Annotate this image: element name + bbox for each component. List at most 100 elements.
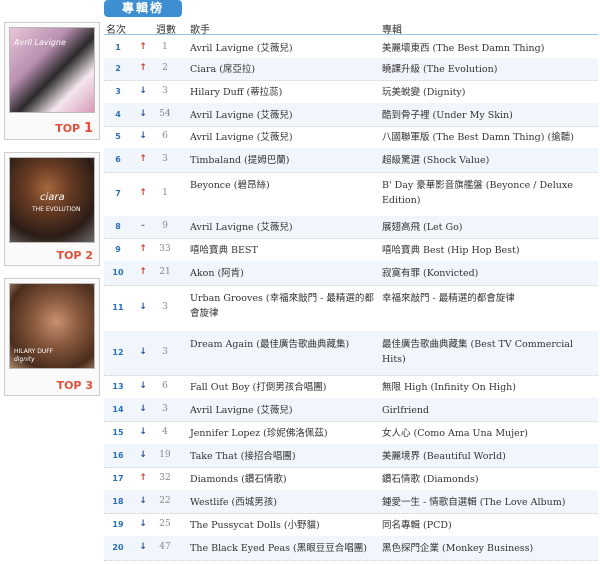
row-artist[interactable]: Diamonds (鑽石情歌) — [190, 472, 375, 487]
row-album[interactable]: B' Day 豪華影音旗艦盤 (Beyonce / Deluxe Edition… — [382, 178, 596, 208]
table-row[interactable]: 9 ↑ 33 嘻哈寶典 BEST 嘻哈寶典 Best (Hip Hop Best) — [104, 238, 598, 262]
table-row[interactable]: 20 ↓ 47 The Black Eyed Peas (黑眼豆豆合唱團) 黑色探門企業… — [104, 536, 598, 561]
row-album[interactable]: 美麗境界 (Beautiful World) — [382, 449, 596, 464]
row-artist[interactable]: Avril Lavigne (艾薇兒) — [190, 41, 375, 56]
row-artist[interactable]: Westlife (西城男孩) — [190, 495, 375, 510]
table-row[interactable]: 3 ↓ 3 Hilary Duff (蒂拉蕊) 玩美蛻變 (Dignity) — [104, 80, 598, 104]
table-header: 名次 週數 歌手 專輯 — [104, 20, 598, 36]
row-artist[interactable]: Take That (接招合唱團) — [190, 449, 375, 464]
top1-label: TOP 1 — [55, 121, 93, 136]
table-row[interactable]: 13 ↓ 6 Fall Out Boy (打倒男孩合唱團) 無限 High (Infin… — [104, 375, 598, 399]
top2-album-card[interactable]: ciara THE EVOLUTION TOP 2 — [4, 152, 100, 266]
row-artist[interactable]: Fall Out Boy (打倒男孩合唱團) — [190, 380, 375, 395]
row-album[interactable]: 八國聯軍版 (The Best Damn Thing) (搶聽) — [382, 130, 596, 145]
row-album[interactable]: 美麗壞東西 (The Best Damn Thing) — [382, 41, 596, 56]
table-row[interactable]: 11 ↓ 3 Urban Grooves (幸福來敲門 - 最精選的都會旋律 幸福來敲門… — [104, 285, 598, 332]
row-rank: 15 — [112, 427, 124, 437]
row-artist[interactable]: The Black Eyed Peas (黑眼豆豆合唱團) — [190, 541, 375, 556]
table-row[interactable]: 16 ↓ 19 Take That (接招合唱團) 美麗境界 (Beautiful Wo… — [104, 444, 598, 468]
table-row[interactable]: 4 ↓ 54 Avril Lavigne (艾薇兒) 酷到骨子裡 (Under My S… — [104, 103, 598, 127]
row-artist[interactable]: Urban Grooves (幸福來敲門 - 最精選的都會旋律 — [190, 291, 375, 321]
row-album[interactable]: 鑽石情歌 (Diamonds) — [382, 472, 596, 487]
up-arrow-icon: ↑ — [139, 472, 147, 483]
down-arrow-icon: ↓ — [139, 108, 147, 119]
down-arrow-icon: ↓ — [139, 449, 147, 460]
row-album[interactable]: 女人心 (Como Ama Una Mujer) — [382, 426, 596, 441]
row-artist[interactable]: Avril Lavigne (艾薇兒) — [190, 108, 375, 123]
row-weeks: 1 — [162, 41, 168, 52]
row-weeks: 1 — [162, 188, 168, 198]
row-rank: 9 — [115, 244, 121, 254]
table-row[interactable]: 1 ↑ 1 Avril Lavigne (艾薇兒) 美麗壞東西 (The Best Da… — [104, 37, 598, 59]
no-change-icon: - — [141, 221, 145, 231]
row-album[interactable]: 黑色探門企業 (Monkey Business) — [382, 541, 596, 556]
row-album[interactable]: 同名專輯 (PCD) — [382, 518, 596, 533]
row-weeks: 6 — [162, 131, 168, 141]
row-rank: 20 — [112, 543, 124, 552]
top2-label: TOP 2 — [56, 249, 93, 262]
row-artist[interactable]: 嘻哈寶典 BEST — [190, 243, 375, 258]
table-row[interactable]: 8 - 9 Avril Lavigne (艾薇兒) 展翅高飛 (Let Go) — [104, 216, 598, 239]
row-rank: 11 — [112, 303, 124, 312]
table-row[interactable]: 15 ↓ 4 Jennifer Lopez (珍妮佛洛佩茲) 女人心 (Como Ama… — [104, 421, 598, 445]
row-weeks: 4 — [162, 426, 168, 437]
row-album[interactable]: 展翅高飛 (Let Go) — [382, 220, 596, 235]
chart-title: 專輯榜 — [104, 0, 182, 17]
row-weeks: 2 — [162, 63, 168, 73]
row-rank: 13 — [112, 381, 124, 391]
row-artist[interactable]: Avril Lavigne (艾薇兒) — [190, 403, 375, 418]
table-row[interactable]: 2 ↑ 2 Ciara (席亞拉) 曉課升級 (The Evolution) — [104, 58, 598, 81]
row-artist[interactable]: Beyonce (碧昂絲) — [190, 178, 375, 193]
row-album[interactable]: 曉課升級 (The Evolution) — [382, 62, 596, 77]
row-album[interactable]: 幸福來敲門 - 最精選的都會旋律 — [382, 291, 596, 306]
row-weeks: 33 — [159, 243, 171, 254]
table-row[interactable]: 17 ↑ 32 Diamonds (鑽石情歌) 鑽石情歌 (Diamonds) — [104, 467, 598, 491]
row-weeks: 3 — [162, 347, 168, 357]
row-weeks: 47 — [159, 542, 171, 552]
row-rank: 2 — [115, 64, 121, 73]
row-album[interactable]: 玩美蛻變 (Dignity) — [382, 85, 596, 100]
row-album[interactable]: 寂寞有罪 (Konvicted) — [382, 266, 596, 281]
top3-cover-name: HILARY DUFF — [14, 348, 54, 355]
row-album[interactable]: 嘻哈寶典 Best (Hip Hop Best) — [382, 243, 596, 258]
row-album[interactable]: 最佳廣告歌曲典藏集 (Best TV Commercial Hits) — [382, 337, 596, 367]
row-rank: 17 — [112, 473, 124, 483]
table-row[interactable]: 18 ↓ 22 Westlife (西城男孩) 鍾愛一生 - 情歌自選輯 (The Lo… — [104, 490, 598, 514]
top3-album-cover[interactable]: HILARY DUFF dignity — [9, 283, 95, 369]
row-artist[interactable]: Ciara (席亞拉) — [190, 62, 375, 77]
row-artist[interactable]: The Pussycat Dolls (小野貓) — [190, 518, 375, 533]
table-row[interactable]: 19 ↓ 25 The Pussycat Dolls (小野貓) 同名專輯 (PCD) — [104, 513, 598, 537]
row-artist[interactable]: Avril Lavigne (艾薇兒) — [190, 220, 375, 235]
row-rank: 16 — [112, 450, 124, 460]
row-album[interactable]: 酷到骨子裡 (Under My Skin) — [382, 108, 596, 123]
top2-cover-sub: THE EVOLUTION — [32, 206, 81, 213]
row-rank: 1 — [115, 42, 121, 52]
top1-album-card[interactable]: Avril Lavigne TOP 1 — [4, 22, 100, 140]
row-artist[interactable]: Hilary Duff (蒂拉蕊) — [190, 85, 375, 100]
row-album[interactable]: 超級驚選 (Shock Value) — [382, 153, 596, 168]
row-artist[interactable]: Jennifer Lopez (珍妮佛洛佩茲) — [190, 426, 375, 441]
row-artist[interactable]: Akon (阿肯) — [190, 266, 375, 281]
table-row[interactable]: 10 ↑ 21 Akon (阿肯) 寂寞有罪 (Konvicted) — [104, 261, 598, 286]
row-album[interactable]: 無限 High (Infinity On High) — [382, 380, 596, 395]
row-album[interactable]: 鍾愛一生 - 情歌自選輯 (The Love Album) — [382, 495, 596, 510]
table-row[interactable]: 6 ↑ 3 Timbaland (提姆巴蘭) 超級驚選 (Shock Value) — [104, 148, 598, 173]
top3-label: TOP 3 — [56, 379, 93, 392]
table-row[interactable]: 7 ↑ 1 Beyonce (碧昂絲) B' Day 豪華影音旗艦盤 (Beyonce … — [104, 172, 598, 217]
row-artist[interactable]: Avril Lavigne (艾薇兒) — [190, 130, 375, 145]
top2-album-cover[interactable]: ciara THE EVOLUTION — [9, 157, 95, 243]
row-artist[interactable]: Timbaland (提姆巴蘭) — [190, 153, 375, 168]
header-album: 專輯 — [382, 25, 402, 36]
table-row[interactable]: 14 ↓ 3 Avril Lavigne (艾薇兒) Girlfriend — [104, 398, 598, 422]
row-artist[interactable]: Dream Again (最佳廣告歌曲典藏集) — [190, 337, 375, 352]
top3-album-card[interactable]: HILARY DUFF dignity TOP 3 — [4, 278, 100, 396]
down-arrow-icon: ↓ — [139, 380, 147, 391]
table-row[interactable]: 5 ↓ 6 Avril Lavigne (艾薇兒) 八國聯軍版 (The Best Da… — [104, 126, 598, 149]
table-row[interactable]: 12 ↓ 3 Dream Again (最佳廣告歌曲典藏集) 最佳廣告歌曲典藏集 (Be… — [104, 331, 598, 376]
row-weeks: 22 — [159, 495, 171, 506]
row-rank: 8 — [115, 222, 121, 231]
top1-album-cover[interactable]: Avril Lavigne — [9, 27, 95, 113]
row-album[interactable]: Girlfriend — [382, 403, 596, 418]
up-arrow-icon: ↑ — [139, 41, 147, 52]
down-arrow-icon: ↓ — [139, 131, 147, 141]
